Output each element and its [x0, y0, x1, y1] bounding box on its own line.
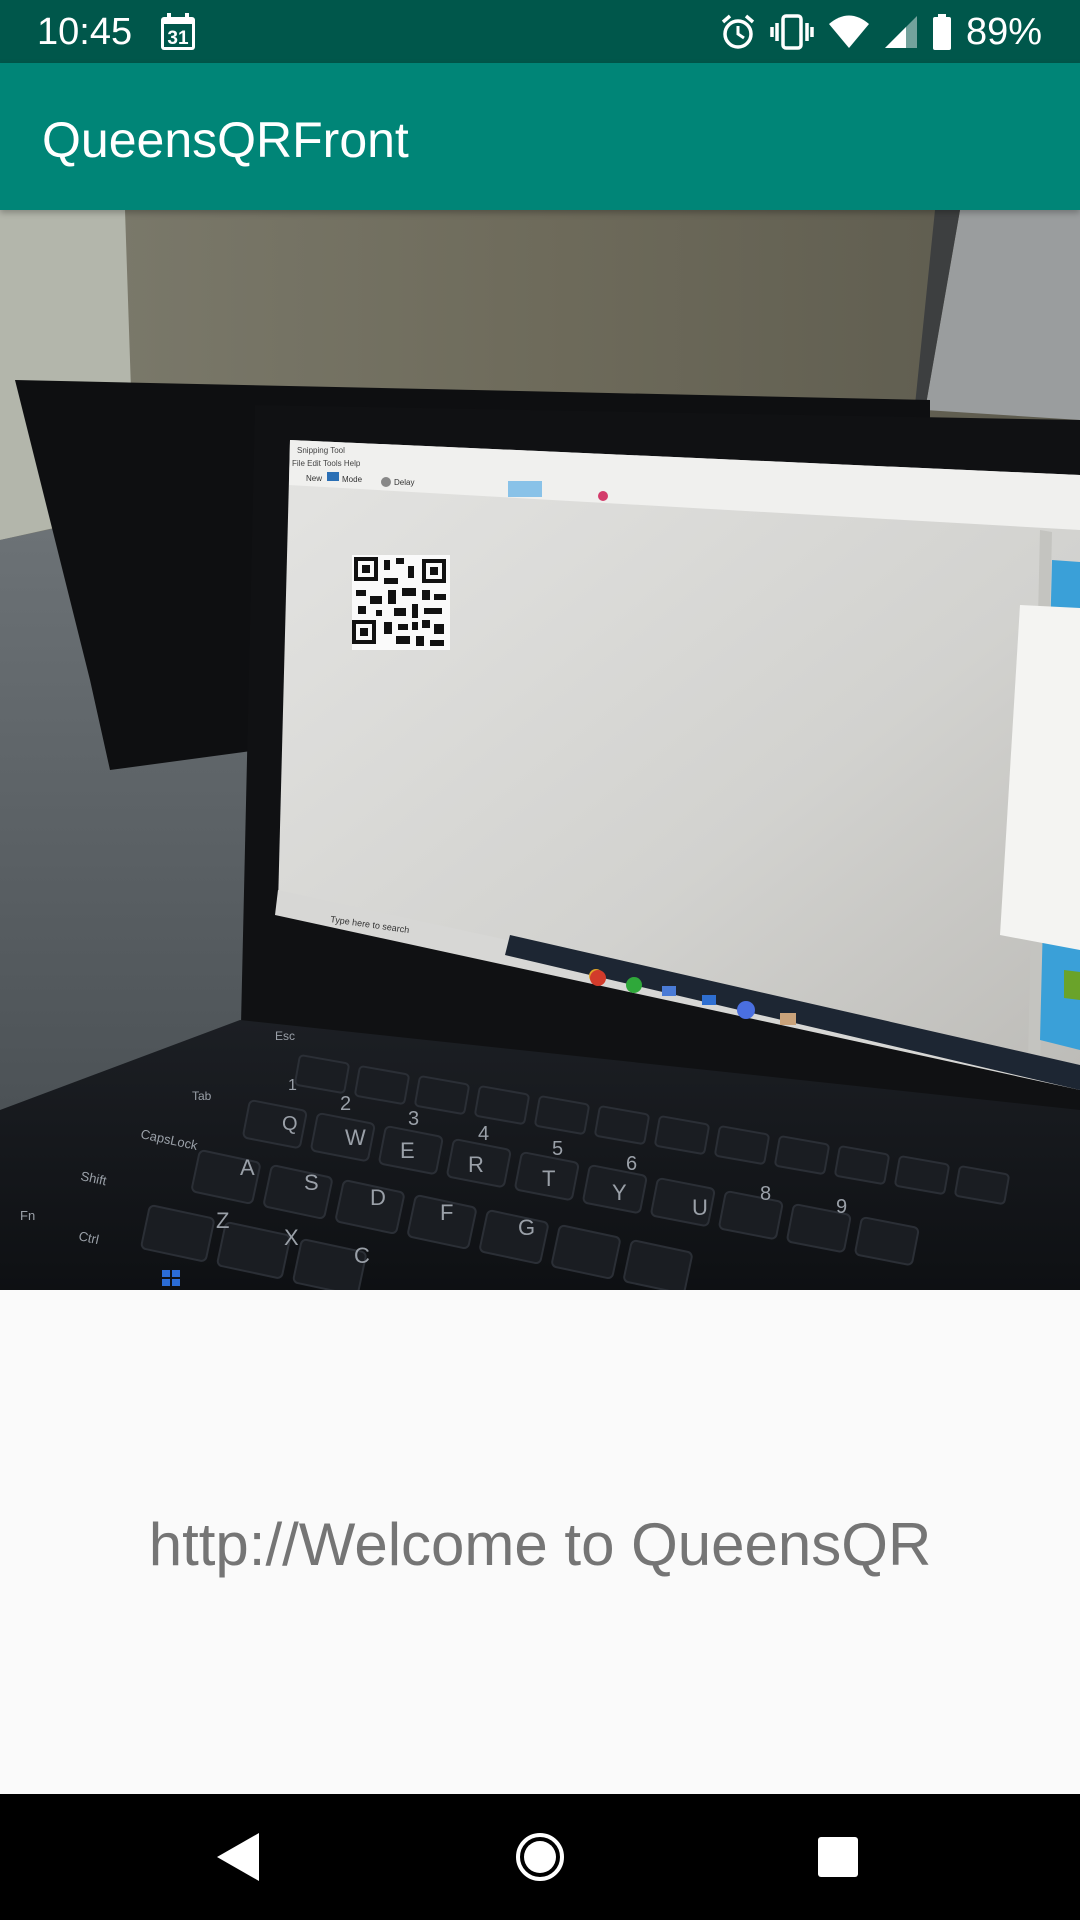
svg-text:8: 8: [760, 1183, 771, 1205]
svg-text:X: X: [284, 1225, 299, 1250]
svg-text:9: 9: [836, 1196, 847, 1218]
svg-text:U: U: [692, 1195, 708, 1220]
calendar-day: 31: [167, 28, 189, 49]
status-icons: 89%: [720, 12, 1042, 52]
battery-icon: [932, 14, 951, 50]
camera-scene: Snipping Tool File Edit Tools Help New M…: [0, 210, 1080, 1290]
svg-text:G: G: [518, 1215, 535, 1240]
toolbar-new: New: [306, 474, 322, 483]
camera-preview[interactable]: Snipping Tool File Edit Tools Help New M…: [0, 210, 1080, 1290]
toolbar-delay: Delay: [394, 478, 414, 487]
svg-text:4: 4: [478, 1123, 489, 1145]
svg-text:Z: Z: [216, 1208, 229, 1233]
svg-text:Q: Q: [282, 1113, 298, 1135]
snipping-title: Snipping Tool: [297, 446, 345, 455]
recents-button[interactable]: [803, 1822, 873, 1892]
cell-signal-icon: [884, 16, 917, 48]
svg-text:6: 6: [626, 1153, 637, 1175]
svg-text:R: R: [468, 1152, 484, 1177]
back-button[interactable]: [203, 1822, 273, 1892]
app-title: QueensQRFront: [42, 112, 409, 168]
qr-code-image: [352, 555, 450, 650]
wifi-icon: [828, 15, 869, 48]
calendar-icon: 31: [161, 13, 195, 50]
scan-result-text: http://Welcome to QueensQR: [148, 1511, 932, 1578]
svg-text:T: T: [542, 1166, 555, 1191]
recents-icon: [818, 1837, 858, 1877]
alarm-icon: [721, 14, 755, 49]
svg-text:D: D: [370, 1185, 386, 1210]
svg-text:2: 2: [340, 1093, 351, 1115]
svg-text:A: A: [240, 1155, 255, 1180]
svg-text:Tab: Tab: [192, 1089, 212, 1103]
toolbar-mode: Mode: [342, 475, 363, 484]
svg-text:Esc: Esc: [275, 1029, 295, 1043]
svg-text:Y: Y: [612, 1180, 627, 1205]
svg-text:W: W: [345, 1125, 366, 1150]
home-icon: [516, 1833, 564, 1881]
back-icon: [217, 1833, 259, 1881]
svg-text:Fn: Fn: [20, 1208, 35, 1223]
vibrate-icon: [770, 14, 814, 50]
svg-text:S: S: [304, 1170, 319, 1195]
svg-text:F: F: [440, 1200, 453, 1225]
battery-percent: 89%: [965, 11, 1042, 53]
svg-text:C: C: [354, 1243, 370, 1268]
app-bar: QueensQRFront: [0, 63, 1080, 210]
svg-text:3: 3: [408, 1108, 419, 1130]
svg-text:E: E: [400, 1138, 415, 1163]
status-time: 10:45: [37, 11, 133, 53]
svg-text:1: 1: [288, 1077, 297, 1094]
snipping-menu: File Edit Tools Help: [292, 459, 361, 468]
svg-text:5: 5: [552, 1138, 563, 1160]
navigation-bar: [0, 1794, 1080, 1920]
home-button[interactable]: [505, 1822, 575, 1892]
status-bar: 10:45 31 89%: [0, 0, 1080, 63]
